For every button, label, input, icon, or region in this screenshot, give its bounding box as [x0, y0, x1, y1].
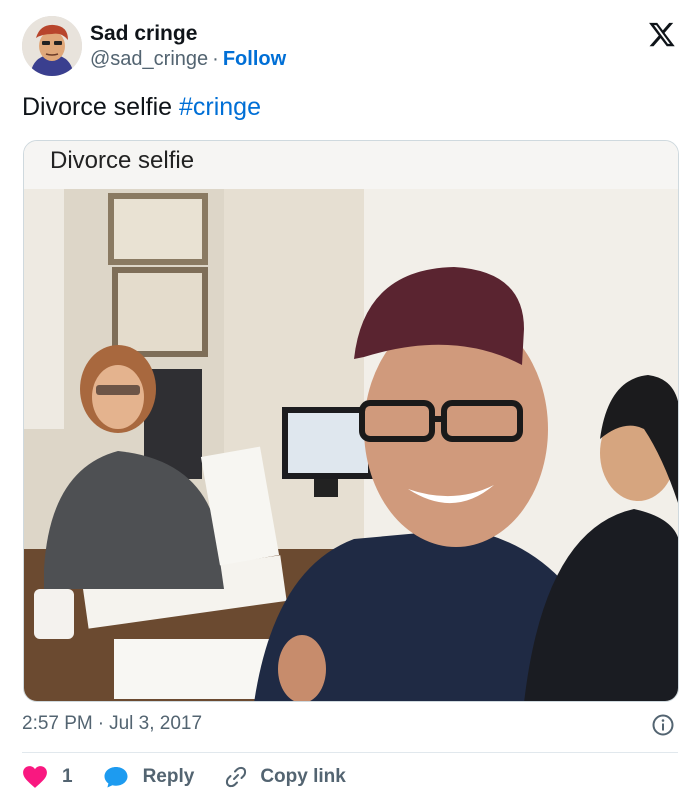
tweet-date: Jul 3, 2017 — [109, 713, 203, 734]
copy-link-label: Copy link — [260, 766, 346, 787]
x-logo-icon[interactable] — [648, 20, 676, 48]
tweet-time: 2:57 PM — [22, 713, 93, 734]
footer-divider — [22, 752, 678, 753]
media-caption: Divorce selfie — [50, 147, 195, 174]
author-handle-row: @sad_cringe · Follow — [90, 48, 286, 71]
hashtag-link[interactable]: #cringe — [179, 93, 261, 121]
timestamp-separator: · — [97, 713, 105, 734]
author-name[interactable]: Sad cringe — [90, 22, 197, 46]
reply-button[interactable]: Reply — [103, 765, 195, 789]
tweet-media[interactable]: Divorce selfie — [23, 140, 679, 702]
tweet-timestamp[interactable]: 2:57 PM · Jul 3, 2017 — [22, 713, 202, 735]
tweet-actions: 1 Reply Copy link — [22, 762, 346, 792]
speech-bubble-icon — [104, 767, 128, 788]
link-icon — [226, 766, 247, 788]
avatar-image — [22, 16, 82, 76]
like-count[interactable]: 1 — [62, 766, 73, 788]
info-icon[interactable] — [651, 713, 675, 737]
author-handle[interactable]: @sad_cringe — [90, 48, 208, 70]
heart-icon[interactable] — [22, 765, 48, 789]
tweet-body: Divorce selfie — [22, 93, 179, 121]
tweet-card: Sad cringe @sad_cringe · Follow Divorce se… — [0, 0, 700, 805]
selfie-photo — [24, 189, 678, 701]
avatar[interactable] — [22, 16, 82, 76]
selfie-photo-illustration — [24, 189, 678, 701]
follow-button[interactable]: Follow — [223, 48, 286, 70]
handle-separator: · — [212, 48, 219, 70]
tweet-text: Divorce selfie #cringe — [22, 93, 261, 122]
reply-label: Reply — [142, 766, 195, 787]
media-caption-strip: Divorce selfie — [24, 141, 678, 189]
copy-link-button[interactable]: Copy link — [224, 765, 346, 789]
